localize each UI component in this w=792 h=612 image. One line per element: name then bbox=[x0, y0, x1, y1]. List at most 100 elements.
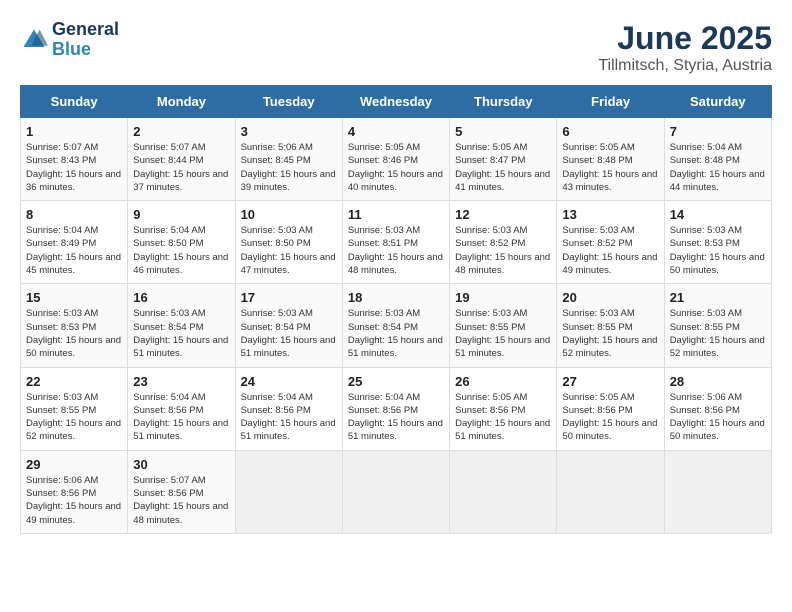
day-info: Sunrise: 5:03 AMSunset: 8:50 PMDaylight:… bbox=[241, 224, 337, 277]
day-number: 24 bbox=[241, 374, 337, 389]
calendar-cell: 17 Sunrise: 5:03 AMSunset: 8:54 PMDaylig… bbox=[235, 284, 342, 367]
day-info: Sunrise: 5:05 AMSunset: 8:56 PMDaylight:… bbox=[562, 391, 658, 444]
calendar-week-row: 8 Sunrise: 5:04 AMSunset: 8:49 PMDayligh… bbox=[21, 201, 772, 284]
day-number: 1 bbox=[26, 124, 122, 139]
logo-icon bbox=[20, 26, 48, 54]
day-info: Sunrise: 5:04 AMSunset: 8:56 PMDaylight:… bbox=[241, 391, 337, 444]
day-number: 30 bbox=[133, 457, 229, 472]
day-info: Sunrise: 5:03 AMSunset: 8:53 PMDaylight:… bbox=[670, 224, 766, 277]
calendar-cell: 10 Sunrise: 5:03 AMSunset: 8:50 PMDaylig… bbox=[235, 201, 342, 284]
calendar-cell: 16 Sunrise: 5:03 AMSunset: 8:54 PMDaylig… bbox=[128, 284, 235, 367]
calendar-cell: 26 Sunrise: 5:05 AMSunset: 8:56 PMDaylig… bbox=[450, 367, 557, 450]
calendar-cell bbox=[342, 450, 449, 533]
day-number: 26 bbox=[455, 374, 551, 389]
calendar-cell: 6 Sunrise: 5:05 AMSunset: 8:48 PMDayligh… bbox=[557, 118, 664, 201]
day-number: 14 bbox=[670, 207, 766, 222]
day-number: 8 bbox=[26, 207, 122, 222]
col-header-monday: Monday bbox=[128, 86, 235, 118]
day-number: 5 bbox=[455, 124, 551, 139]
col-header-thursday: Thursday bbox=[450, 86, 557, 118]
day-info: Sunrise: 5:06 AMSunset: 8:56 PMDaylight:… bbox=[670, 391, 766, 444]
day-number: 28 bbox=[670, 374, 766, 389]
calendar-cell: 14 Sunrise: 5:03 AMSunset: 8:53 PMDaylig… bbox=[664, 201, 771, 284]
day-number: 17 bbox=[241, 290, 337, 305]
col-header-tuesday: Tuesday bbox=[235, 86, 342, 118]
day-info: Sunrise: 5:04 AMSunset: 8:56 PMDaylight:… bbox=[348, 391, 444, 444]
calendar-week-row: 1 Sunrise: 5:07 AMSunset: 8:43 PMDayligh… bbox=[21, 118, 772, 201]
day-number: 23 bbox=[133, 374, 229, 389]
day-info: Sunrise: 5:05 AMSunset: 8:47 PMDaylight:… bbox=[455, 141, 551, 194]
calendar-cell bbox=[557, 450, 664, 533]
day-number: 27 bbox=[562, 374, 658, 389]
day-info: Sunrise: 5:03 AMSunset: 8:53 PMDaylight:… bbox=[26, 307, 122, 360]
day-info: Sunrise: 5:03 AMSunset: 8:55 PMDaylight:… bbox=[455, 307, 551, 360]
day-number: 12 bbox=[455, 207, 551, 222]
day-info: Sunrise: 5:05 AMSunset: 8:56 PMDaylight:… bbox=[455, 391, 551, 444]
calendar-cell: 11 Sunrise: 5:03 AMSunset: 8:51 PMDaylig… bbox=[342, 201, 449, 284]
calendar-cell: 19 Sunrise: 5:03 AMSunset: 8:55 PMDaylig… bbox=[450, 284, 557, 367]
day-info: Sunrise: 5:05 AMSunset: 8:46 PMDaylight:… bbox=[348, 141, 444, 194]
logo-line1: General bbox=[52, 20, 119, 40]
calendar-cell: 22 Sunrise: 5:03 AMSunset: 8:55 PMDaylig… bbox=[21, 367, 128, 450]
calendar-cell: 8 Sunrise: 5:04 AMSunset: 8:49 PMDayligh… bbox=[21, 201, 128, 284]
calendar-cell: 1 Sunrise: 5:07 AMSunset: 8:43 PMDayligh… bbox=[21, 118, 128, 201]
day-info: Sunrise: 5:03 AMSunset: 8:54 PMDaylight:… bbox=[241, 307, 337, 360]
calendar-cell: 3 Sunrise: 5:06 AMSunset: 8:45 PMDayligh… bbox=[235, 118, 342, 201]
title-area: June 2025 Tillmitsch, Styria, Austria bbox=[598, 20, 772, 75]
calendar-cell: 27 Sunrise: 5:05 AMSunset: 8:56 PMDaylig… bbox=[557, 367, 664, 450]
day-info: Sunrise: 5:04 AMSunset: 8:50 PMDaylight:… bbox=[133, 224, 229, 277]
day-info: Sunrise: 5:03 AMSunset: 8:52 PMDaylight:… bbox=[562, 224, 658, 277]
day-number: 4 bbox=[348, 124, 444, 139]
calendar-cell bbox=[664, 450, 771, 533]
location-title: Tillmitsch, Styria, Austria bbox=[598, 57, 772, 75]
day-number: 22 bbox=[26, 374, 122, 389]
calendar-cell bbox=[235, 450, 342, 533]
calendar-cell: 24 Sunrise: 5:04 AMSunset: 8:56 PMDaylig… bbox=[235, 367, 342, 450]
day-number: 16 bbox=[133, 290, 229, 305]
calendar-cell: 23 Sunrise: 5:04 AMSunset: 8:56 PMDaylig… bbox=[128, 367, 235, 450]
calendar-header-row: SundayMondayTuesdayWednesdayThursdayFrid… bbox=[21, 86, 772, 118]
col-header-wednesday: Wednesday bbox=[342, 86, 449, 118]
day-info: Sunrise: 5:03 AMSunset: 8:54 PMDaylight:… bbox=[348, 307, 444, 360]
calendar-cell: 13 Sunrise: 5:03 AMSunset: 8:52 PMDaylig… bbox=[557, 201, 664, 284]
day-number: 19 bbox=[455, 290, 551, 305]
calendar-cell: 15 Sunrise: 5:03 AMSunset: 8:53 PMDaylig… bbox=[21, 284, 128, 367]
logo: General Blue bbox=[20, 20, 119, 60]
day-number: 2 bbox=[133, 124, 229, 139]
page-header: General Blue June 2025 Tillmitsch, Styri… bbox=[20, 20, 772, 75]
day-number: 11 bbox=[348, 207, 444, 222]
col-header-sunday: Sunday bbox=[21, 86, 128, 118]
col-header-saturday: Saturday bbox=[664, 86, 771, 118]
calendar-week-row: 15 Sunrise: 5:03 AMSunset: 8:53 PMDaylig… bbox=[21, 284, 772, 367]
calendar-cell bbox=[450, 450, 557, 533]
day-info: Sunrise: 5:03 AMSunset: 8:51 PMDaylight:… bbox=[348, 224, 444, 277]
day-info: Sunrise: 5:06 AMSunset: 8:45 PMDaylight:… bbox=[241, 141, 337, 194]
day-number: 15 bbox=[26, 290, 122, 305]
day-info: Sunrise: 5:03 AMSunset: 8:54 PMDaylight:… bbox=[133, 307, 229, 360]
day-number: 3 bbox=[241, 124, 337, 139]
day-info: Sunrise: 5:05 AMSunset: 8:48 PMDaylight:… bbox=[562, 141, 658, 194]
day-info: Sunrise: 5:07 AMSunset: 8:43 PMDaylight:… bbox=[26, 141, 122, 194]
day-info: Sunrise: 5:06 AMSunset: 8:56 PMDaylight:… bbox=[26, 474, 122, 527]
day-info: Sunrise: 5:04 AMSunset: 8:56 PMDaylight:… bbox=[133, 391, 229, 444]
calendar-week-row: 29 Sunrise: 5:06 AMSunset: 8:56 PMDaylig… bbox=[21, 450, 772, 533]
calendar-cell: 12 Sunrise: 5:03 AMSunset: 8:52 PMDaylig… bbox=[450, 201, 557, 284]
day-number: 6 bbox=[562, 124, 658, 139]
calendar-cell: 28 Sunrise: 5:06 AMSunset: 8:56 PMDaylig… bbox=[664, 367, 771, 450]
calendar-cell: 18 Sunrise: 5:03 AMSunset: 8:54 PMDaylig… bbox=[342, 284, 449, 367]
calendar-cell: 2 Sunrise: 5:07 AMSunset: 8:44 PMDayligh… bbox=[128, 118, 235, 201]
calendar-week-row: 22 Sunrise: 5:03 AMSunset: 8:55 PMDaylig… bbox=[21, 367, 772, 450]
day-number: 7 bbox=[670, 124, 766, 139]
day-info: Sunrise: 5:03 AMSunset: 8:55 PMDaylight:… bbox=[670, 307, 766, 360]
logo-line2: Blue bbox=[52, 40, 119, 60]
month-title: June 2025 bbox=[598, 20, 772, 57]
day-info: Sunrise: 5:07 AMSunset: 8:56 PMDaylight:… bbox=[133, 474, 229, 527]
calendar-cell: 20 Sunrise: 5:03 AMSunset: 8:55 PMDaylig… bbox=[557, 284, 664, 367]
calendar-cell: 21 Sunrise: 5:03 AMSunset: 8:55 PMDaylig… bbox=[664, 284, 771, 367]
calendar-cell: 30 Sunrise: 5:07 AMSunset: 8:56 PMDaylig… bbox=[128, 450, 235, 533]
day-number: 20 bbox=[562, 290, 658, 305]
day-info: Sunrise: 5:04 AMSunset: 8:48 PMDaylight:… bbox=[670, 141, 766, 194]
calendar-table: SundayMondayTuesdayWednesdayThursdayFrid… bbox=[20, 85, 772, 534]
day-info: Sunrise: 5:03 AMSunset: 8:52 PMDaylight:… bbox=[455, 224, 551, 277]
day-number: 9 bbox=[133, 207, 229, 222]
